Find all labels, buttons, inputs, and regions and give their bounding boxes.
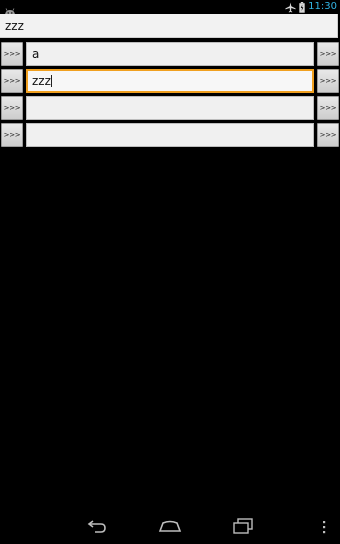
overflow-menu-icon[interactable]: [321, 519, 327, 538]
row-left-go-button[interactable]: >>>: [1, 42, 23, 66]
status-clock: 11:30: [308, 1, 337, 12]
row-right-go-button[interactable]: >>>: [317, 123, 339, 147]
input-row: >>> zzz >>>: [0, 69, 340, 93]
row-text-value: zzz: [32, 74, 51, 88]
back-icon[interactable]: [86, 518, 108, 538]
recent-apps-icon[interactable]: [232, 518, 254, 538]
row-right-go-button[interactable]: >>>: [317, 42, 339, 66]
row-left-go-button[interactable]: >>>: [1, 123, 23, 147]
row-right-go-button[interactable]: >>>: [317, 69, 339, 93]
row-text-input[interactable]: [26, 123, 314, 147]
status-bar: 11:30: [0, 0, 340, 16]
row-left-go-button[interactable]: >>>: [1, 69, 23, 93]
text-caret: [50, 75, 52, 87]
row-left-go-button[interactable]: >>>: [1, 96, 23, 120]
row-text-input[interactable]: a: [26, 42, 314, 66]
status-icons: 11:30: [285, 1, 337, 13]
navigation-bar: [0, 510, 340, 544]
top-text-field[interactable]: zzz: [0, 14, 338, 38]
input-row: >>> a >>>: [0, 42, 340, 66]
input-row: >>> >>>: [0, 123, 340, 147]
input-row: >>> >>>: [0, 96, 340, 120]
app-screen: 11:30 zzz >>> a >>> >>> zzz >>> >>> >>> …: [0, 0, 340, 544]
row-text-input[interactable]: [26, 96, 314, 120]
row-right-go-button[interactable]: >>>: [317, 96, 339, 120]
row-text-input-focused[interactable]: zzz: [26, 69, 314, 93]
home-icon[interactable]: [158, 518, 182, 538]
